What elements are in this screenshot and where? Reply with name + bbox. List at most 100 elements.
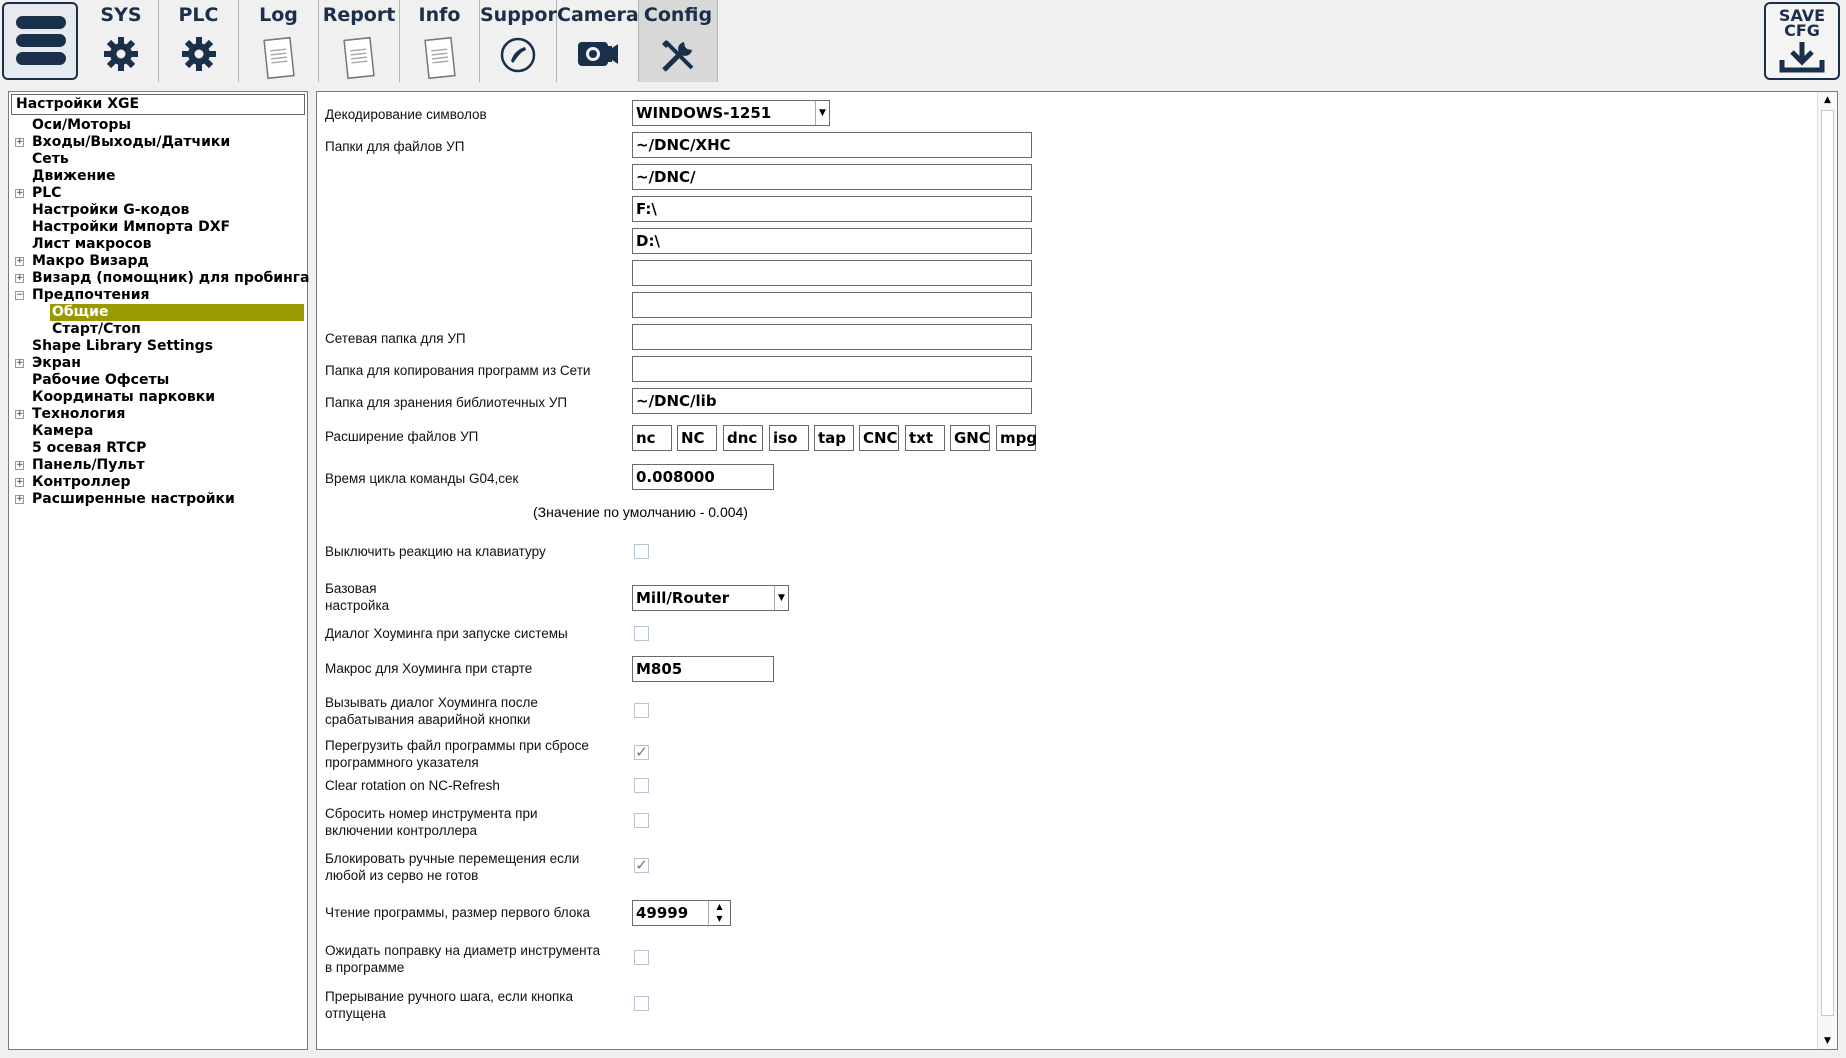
extension-input[interactable]: tap bbox=[814, 425, 854, 451]
expand-icon[interactable]: + bbox=[15, 461, 24, 470]
folders-label: Папки для файлов УП bbox=[325, 139, 465, 154]
wait-tool-diameter-checkbox[interactable] bbox=[634, 950, 649, 965]
tab-log[interactable]: Log bbox=[239, 0, 319, 82]
jog-interrupt-checkbox[interactable] bbox=[634, 996, 649, 1011]
tree-item[interactable]: Лист макросов bbox=[9, 236, 307, 253]
folder-input[interactable]: ~/DNC/ bbox=[632, 164, 1032, 190]
tree-item-label: Экран bbox=[32, 355, 81, 371]
tab-report[interactable]: Report bbox=[319, 0, 400, 82]
expand-icon[interactable]: + bbox=[15, 257, 24, 266]
homing-dialog-checkbox[interactable] bbox=[634, 626, 649, 641]
tree-item[interactable]: + Панель/Пульт bbox=[9, 457, 307, 474]
folder-input[interactable]: F:\ bbox=[632, 196, 1032, 222]
tab-info[interactable]: Info bbox=[400, 0, 480, 82]
save-cfg-button[interactable]: SAVE CFG bbox=[1764, 2, 1840, 80]
tree-item[interactable]: + Технология bbox=[9, 406, 307, 423]
tab-camera[interactable]: Camera bbox=[557, 0, 639, 82]
g04-input[interactable]: 0.008000 bbox=[632, 464, 774, 490]
tree-item[interactable]: Общие bbox=[9, 304, 307, 321]
scrollbar-thumb[interactable] bbox=[1821, 110, 1834, 1016]
settings-tree[interactable]: Настройки XGE Оси/Моторы + Входы/Выходы/Да… bbox=[8, 91, 310, 1050]
expand-icon[interactable]: + bbox=[15, 189, 24, 198]
tree-item[interactable]: Камера bbox=[9, 423, 307, 440]
tab-sys[interactable]: SYS bbox=[84, 0, 159, 82]
spin-up-icon[interactable]: ▲ bbox=[709, 901, 730, 913]
base-setup-select[interactable]: Mill/Router ▼ bbox=[632, 585, 789, 611]
first-block-spinbox[interactable]: 49999 ▲ ▼ bbox=[632, 900, 731, 927]
tab-config[interactable]: Config bbox=[639, 0, 718, 82]
folder-input[interactable]: D:\ bbox=[632, 228, 1032, 254]
folder-input[interactable] bbox=[632, 260, 1032, 286]
tree-item[interactable]: + Входы/Выходы/Датчики bbox=[9, 134, 307, 151]
homing-macro-input[interactable]: M805 bbox=[632, 656, 774, 682]
expand-icon[interactable]: + bbox=[15, 138, 24, 147]
tab-support[interactable]: Support bbox=[480, 0, 566, 82]
tree-item[interactable]: Оси/Моторы bbox=[9, 117, 307, 134]
homing-after-estop-checkbox[interactable] bbox=[634, 703, 649, 718]
scroll-up-icon[interactable]: ▲ bbox=[1818, 92, 1837, 108]
expand-icon[interactable]: + bbox=[15, 359, 24, 368]
copy-folder-input[interactable] bbox=[632, 356, 1032, 382]
tree-item[interactable]: Координаты парковки bbox=[9, 389, 307, 406]
block-jog-checkbox[interactable]: ✓ bbox=[634, 858, 649, 873]
decoding-select[interactable]: WINDOWS-1251 ▼ bbox=[632, 100, 830, 126]
extension-input[interactable]: iso bbox=[769, 425, 809, 451]
document-icon bbox=[262, 36, 296, 84]
extension-input[interactable]: dnc bbox=[723, 425, 763, 451]
main-menu-button[interactable] bbox=[2, 2, 78, 80]
clear-rotation-label: Clear rotation on NC-Refresh bbox=[325, 778, 500, 793]
base-setup-label: Базовая настройка bbox=[325, 581, 390, 613]
tree-item[interactable]: Старт/Стоп bbox=[9, 321, 307, 338]
g04-hint: (Значение по умолчанию - 0.004) bbox=[533, 504, 748, 520]
tree-item-label: Настройки Импорта DXF bbox=[32, 219, 231, 235]
extension-input[interactable]: nc bbox=[632, 425, 672, 451]
tree-item-label: Движение bbox=[32, 168, 116, 184]
collapse-icon[interactable]: − bbox=[15, 291, 24, 300]
tree-root[interactable]: Настройки XGE bbox=[11, 94, 305, 115]
tree-item[interactable]: Сеть bbox=[9, 151, 307, 168]
extension-input[interactable]: mpg bbox=[996, 425, 1037, 451]
extension-input[interactable]: NC bbox=[677, 425, 717, 451]
extension-input[interactable]: CNC bbox=[859, 425, 899, 451]
tree-item-label: Shape Library Settings bbox=[32, 338, 213, 354]
library-folder-input[interactable]: ~/DNC/lib bbox=[632, 388, 1032, 414]
tree-item[interactable]: + Расширенные настройки bbox=[9, 491, 307, 508]
tree-item[interactable]: Рабочие Офсеты bbox=[9, 372, 307, 389]
clear-rotation-checkbox[interactable] bbox=[634, 778, 649, 793]
tree-item[interactable]: + Экран bbox=[9, 355, 307, 372]
expand-icon[interactable]: + bbox=[15, 274, 24, 283]
tree-item[interactable]: 5 осевая RTCP bbox=[9, 440, 307, 457]
tree-item-label: Камера bbox=[32, 423, 94, 439]
expand-icon[interactable]: + bbox=[15, 410, 24, 419]
tree-item[interactable]: + Макро Визард bbox=[9, 253, 307, 270]
gear-icon bbox=[181, 36, 217, 76]
tree-item[interactable]: Настройки G-кодов bbox=[9, 202, 307, 219]
vertical-scrollbar[interactable]: ▲ ▼ bbox=[1817, 92, 1837, 1049]
tree-item-label: Сеть bbox=[32, 151, 69, 167]
reset-tool-checkbox[interactable] bbox=[634, 813, 649, 828]
tab-label: Config bbox=[643, 4, 713, 26]
tree-item[interactable]: + PLC bbox=[9, 185, 307, 202]
tree-item[interactable]: Shape Library Settings bbox=[9, 338, 307, 355]
tree-item[interactable]: + Контроллер bbox=[9, 474, 307, 491]
expand-icon[interactable]: + bbox=[15, 478, 24, 487]
folder-input[interactable] bbox=[632, 292, 1032, 318]
phone-icon bbox=[499, 36, 537, 78]
homing-dialog-label: Диалог Хоуминга при запуске системы bbox=[325, 626, 568, 641]
tree-item[interactable]: − Предпочтения bbox=[9, 287, 307, 304]
tab-plc[interactable]: PLC bbox=[159, 0, 239, 82]
expand-icon[interactable]: + bbox=[15, 495, 24, 504]
tree-item[interactable]: + Визард (помощник) для пробинга bbox=[9, 270, 310, 287]
tree-item-label: Технология bbox=[32, 406, 126, 422]
tree-item[interactable]: Движение bbox=[9, 168, 307, 185]
disable-keyboard-checkbox[interactable] bbox=[634, 544, 649, 559]
scroll-down-icon[interactable]: ▼ bbox=[1818, 1033, 1837, 1049]
reload-program-checkbox[interactable]: ✓ bbox=[634, 745, 649, 760]
first-block-label: Чтение программы, размер первого блока bbox=[325, 905, 591, 920]
tree-item[interactable]: Настройки Импорта DXF bbox=[9, 219, 307, 236]
spin-down-icon[interactable]: ▼ bbox=[709, 913, 730, 925]
network-folder-input[interactable] bbox=[632, 324, 1032, 350]
folder-input[interactable]: ~/DNC/XHC bbox=[632, 132, 1032, 158]
extension-input[interactable]: txt bbox=[905, 425, 945, 451]
extension-input[interactable]: GNC bbox=[950, 425, 990, 451]
